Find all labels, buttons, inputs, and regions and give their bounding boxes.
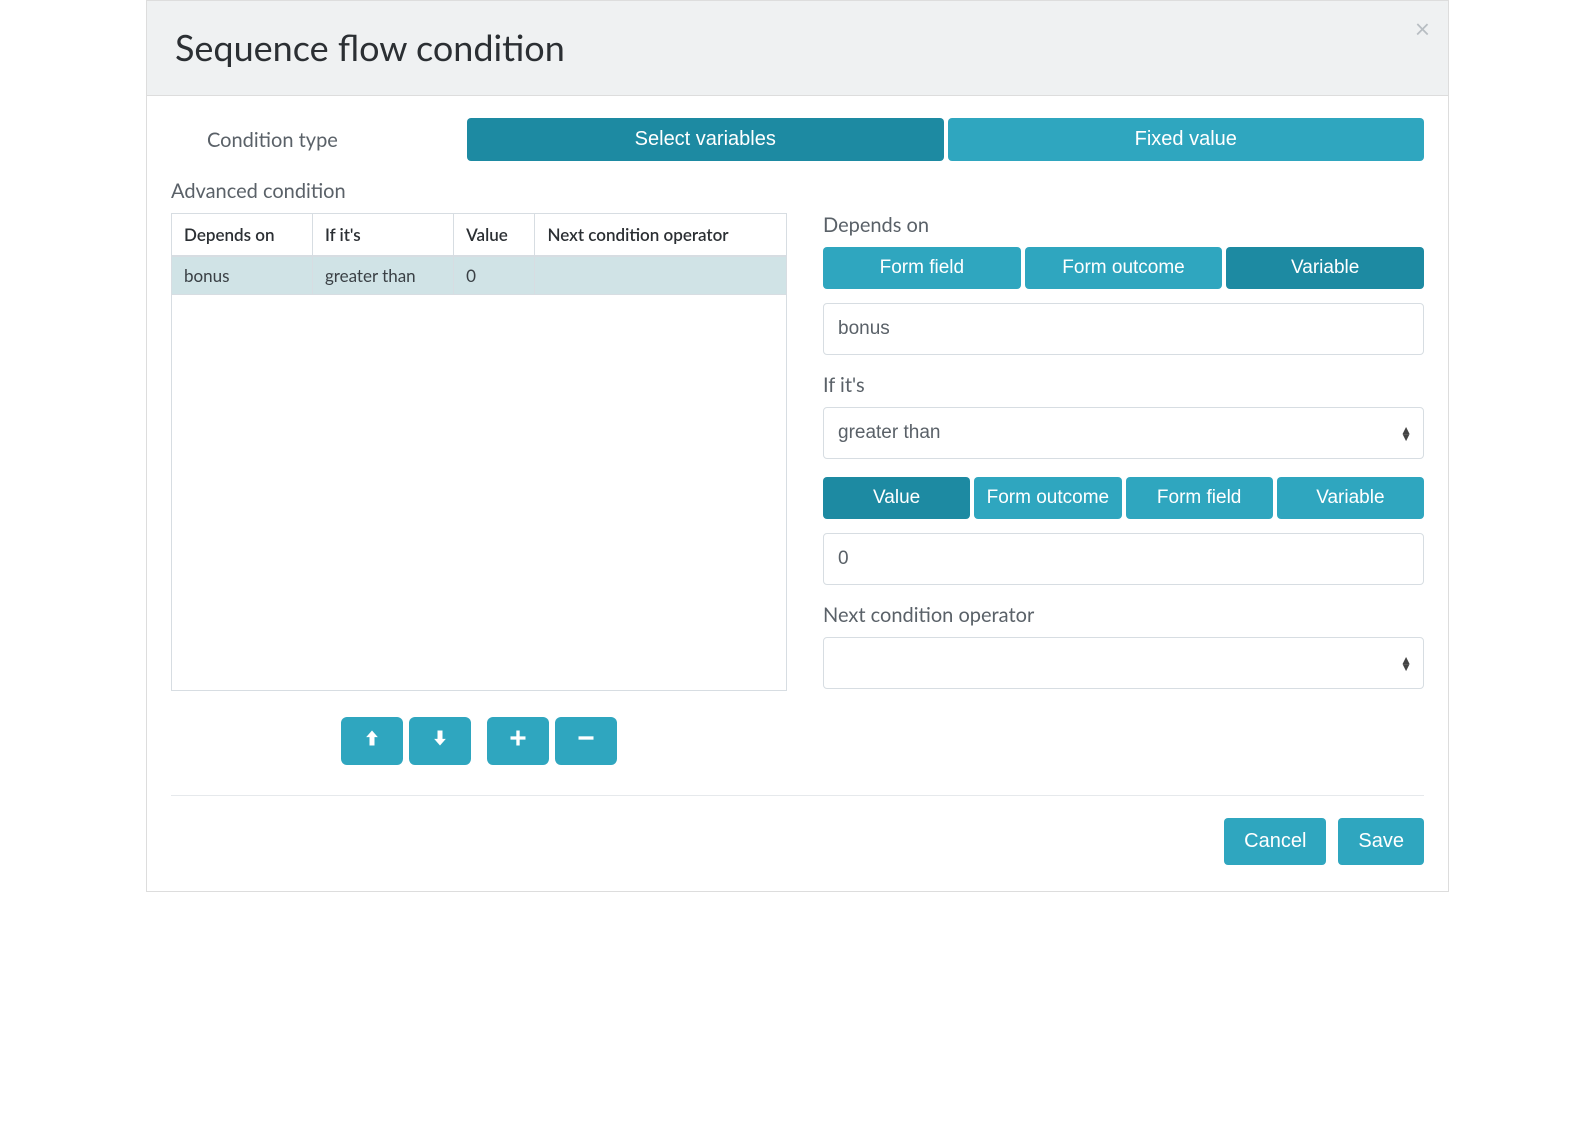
- conditions-table-body-spacer: [171, 295, 787, 691]
- row-toolbar: [171, 717, 787, 765]
- depends-on-segments: Form field Form outcome Variable: [823, 247, 1424, 289]
- arrow-down-icon: [430, 727, 450, 756]
- seg-form-outcome[interactable]: Form outcome: [1025, 247, 1223, 289]
- col-value: Value: [454, 214, 535, 257]
- modal-footer: Cancel Save: [171, 795, 1424, 891]
- depends-on-input[interactable]: [823, 303, 1424, 355]
- conditions-table: Depends on If it's Value Next condition …: [171, 213, 787, 295]
- if-its-select[interactable]: [823, 407, 1424, 459]
- value-source-segments: Value Form outcome Form field Variable: [823, 477, 1424, 519]
- cell-if: greater than: [312, 256, 453, 295]
- col-if-its: If it's: [312, 214, 453, 257]
- next-op-select[interactable]: [823, 637, 1424, 689]
- table-row[interactable]: bonus greater than 0: [172, 256, 787, 295]
- dialog-sequence-flow-condition: Sequence flow condition × Condition type…: [146, 0, 1449, 892]
- move-down-button[interactable]: [409, 717, 471, 765]
- cell-value: 0: [454, 256, 535, 295]
- seg-form-field[interactable]: Form field: [823, 247, 1021, 289]
- depends-on-label: Depends on: [823, 213, 1424, 237]
- condition-type-label: Condition type: [171, 128, 467, 152]
- seg-variable-2[interactable]: Variable: [1277, 477, 1424, 519]
- remove-button[interactable]: [555, 717, 617, 765]
- next-op-label: Next condition operator: [823, 603, 1424, 627]
- move-up-button[interactable]: [341, 717, 403, 765]
- col-depends-on: Depends on: [172, 214, 313, 257]
- value-input[interactable]: [823, 533, 1424, 585]
- tab-fixed-value[interactable]: Fixed value: [948, 118, 1425, 161]
- condition-type-group: Select variables Fixed value: [467, 118, 1424, 161]
- modal-title: Sequence flow condition: [175, 25, 1420, 69]
- cell-depends-on: bonus: [172, 256, 313, 295]
- plus-icon: [508, 727, 528, 756]
- seg-form-field-2[interactable]: Form field: [1126, 477, 1273, 519]
- minus-icon: [576, 727, 596, 756]
- col-next-op: Next condition operator: [535, 214, 787, 257]
- seg-form-outcome-2[interactable]: Form outcome: [974, 477, 1121, 519]
- add-button[interactable]: [487, 717, 549, 765]
- cell-next-op: [535, 256, 787, 295]
- seg-value[interactable]: Value: [823, 477, 970, 519]
- seg-variable[interactable]: Variable: [1226, 247, 1424, 289]
- cancel-button[interactable]: Cancel: [1224, 818, 1326, 865]
- tab-select-variables[interactable]: Select variables: [467, 118, 944, 161]
- if-its-label: If it's: [823, 373, 1424, 397]
- advanced-condition-label: Advanced condition: [171, 179, 1424, 203]
- modal-header: Sequence flow condition ×: [147, 1, 1448, 96]
- save-button[interactable]: Save: [1338, 818, 1424, 865]
- close-icon[interactable]: ×: [1415, 15, 1430, 41]
- arrow-up-icon: [362, 727, 382, 756]
